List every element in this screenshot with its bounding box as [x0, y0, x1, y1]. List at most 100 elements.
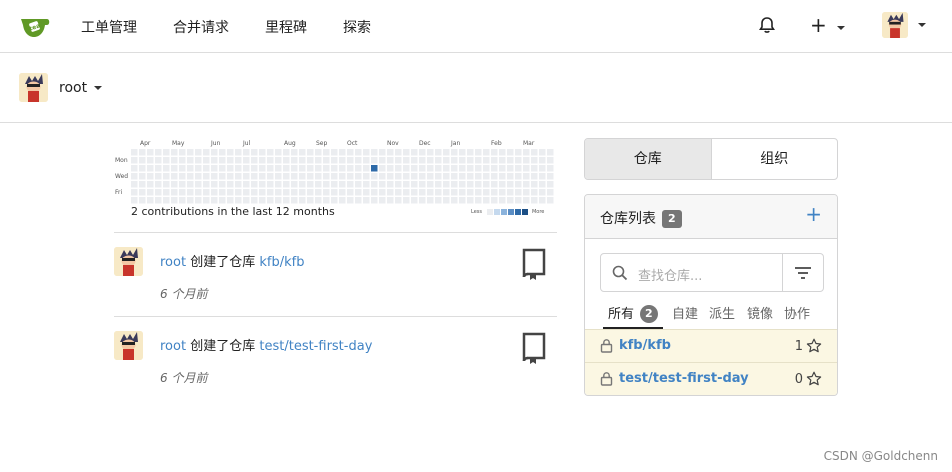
heatmap-cell[interactable]: [251, 165, 258, 172]
heatmap-cell[interactable]: [387, 189, 394, 196]
heatmap-cell[interactable]: [499, 197, 506, 204]
heatmap-cell[interactable]: [531, 157, 538, 164]
heatmap-cell[interactable]: [371, 157, 378, 164]
heatmap-cell[interactable]: [547, 197, 554, 204]
heatmap-cell[interactable]: [523, 189, 530, 196]
heatmap-cell[interactable]: [419, 149, 426, 156]
heatmap-cell[interactable]: [395, 149, 402, 156]
heatmap-cell[interactable]: [299, 189, 306, 196]
heatmap-cell[interactable]: [291, 165, 298, 172]
heatmap-cell[interactable]: [203, 181, 210, 188]
heatmap-cell[interactable]: [307, 189, 314, 196]
heatmap-cell[interactable]: [243, 197, 250, 204]
heatmap-cell[interactable]: [371, 173, 378, 180]
heatmap-cell[interactable]: [251, 181, 258, 188]
heatmap-cell[interactable]: [435, 181, 442, 188]
heatmap-cell[interactable]: [515, 157, 522, 164]
heatmap-cell[interactable]: [179, 197, 186, 204]
heatmap-cell[interactable]: [491, 165, 498, 172]
repo-search-input[interactable]: 查找仓库...: [601, 254, 782, 291]
heatmap-cell[interactable]: [539, 181, 546, 188]
heatmap-cell[interactable]: [379, 189, 386, 196]
heatmap-cell[interactable]: [339, 149, 346, 156]
heatmap-cell[interactable]: [483, 197, 490, 204]
heatmap-cell[interactable]: [195, 181, 202, 188]
heatmap-cell[interactable]: [323, 197, 330, 204]
heatmap-cell[interactable]: [187, 165, 194, 172]
heatmap-cell[interactable]: [443, 165, 450, 172]
heatmap-cell[interactable]: [155, 165, 162, 172]
heatmap-cell[interactable]: [411, 165, 418, 172]
heatmap-cell[interactable]: [507, 181, 514, 188]
heatmap-cell[interactable]: [427, 149, 434, 156]
heatmap-cell[interactable]: [483, 173, 490, 180]
heatmap-cell[interactable]: [323, 173, 330, 180]
heatmap-cell[interactable]: [235, 149, 242, 156]
heatmap-cell[interactable]: [419, 157, 426, 164]
filter-button[interactable]: [782, 254, 823, 291]
heatmap-cell[interactable]: [515, 197, 522, 204]
heatmap-cell[interactable]: [211, 149, 218, 156]
heatmap-cell[interactable]: [155, 197, 162, 204]
heatmap-cell[interactable]: [355, 173, 362, 180]
heatmap-cell[interactable]: [291, 173, 298, 180]
heatmap-cell[interactable]: [443, 157, 450, 164]
heatmap-cell[interactable]: [227, 157, 234, 164]
heatmap-cell[interactable]: [539, 157, 546, 164]
heatmap-cell[interactable]: [219, 157, 226, 164]
heatmap-cell[interactable]: [267, 165, 274, 172]
heatmap-cell[interactable]: [403, 149, 410, 156]
bell-icon[interactable]: [758, 16, 776, 38]
heatmap-cell[interactable]: [139, 197, 146, 204]
heatmap-cell[interactable]: [379, 157, 386, 164]
heatmap-cell[interactable]: [251, 173, 258, 180]
heatmap-cell[interactable]: [171, 181, 178, 188]
heatmap-cell[interactable]: [499, 157, 506, 164]
heatmap-cell[interactable]: [483, 165, 490, 172]
heatmap-cell[interactable]: [467, 157, 474, 164]
heatmap-cell[interactable]: [283, 173, 290, 180]
heatmap-cell[interactable]: [267, 173, 274, 180]
tab-repositories[interactable]: 仓库: [585, 139, 712, 179]
heatmap-cell[interactable]: [435, 165, 442, 172]
heatmap-cell[interactable]: [315, 181, 322, 188]
heatmap-cell[interactable]: [339, 189, 346, 196]
heatmap-cell[interactable]: [411, 157, 418, 164]
heatmap-cell[interactable]: [147, 181, 154, 188]
heatmap-cell[interactable]: [411, 189, 418, 196]
heatmap-cell[interactable]: [531, 197, 538, 204]
heatmap-cell[interactable]: [211, 189, 218, 196]
heatmap-cell[interactable]: [403, 157, 410, 164]
repo-list-item[interactable]: kfb/kfb 1: [585, 329, 837, 362]
heatmap-cell[interactable]: [235, 173, 242, 180]
heatmap-cell[interactable]: [331, 157, 338, 164]
heatmap-cell[interactable]: [275, 173, 282, 180]
heatmap-cell[interactable]: [459, 173, 466, 180]
heatmap-cell[interactable]: [515, 173, 522, 180]
heatmap-cell[interactable]: [531, 181, 538, 188]
heatmap-cell[interactable]: [427, 181, 434, 188]
heatmap-cell[interactable]: [531, 149, 538, 156]
heatmap-cell[interactable]: [299, 149, 306, 156]
context-user-switcher[interactable]: root: [59, 80, 102, 96]
heatmap-cell[interactable]: [155, 149, 162, 156]
heatmap-cell[interactable]: [339, 165, 346, 172]
heatmap-cell[interactable]: [227, 165, 234, 172]
heatmap-cell[interactable]: [251, 157, 258, 164]
heatmap-cell[interactable]: [291, 189, 298, 196]
heatmap-cell[interactable]: [131, 181, 138, 188]
heatmap-cell[interactable]: [547, 149, 554, 156]
heatmap-cell[interactable]: [155, 181, 162, 188]
heatmap-cell[interactable]: [283, 189, 290, 196]
filter-tab-collab[interactable]: 协作: [784, 303, 810, 322]
heatmap-cell[interactable]: [491, 181, 498, 188]
heatmap-cell[interactable]: [195, 189, 202, 196]
heatmap-cell[interactable]: [147, 165, 154, 172]
heatmap-cell[interactable]: [187, 197, 194, 204]
heatmap-cell[interactable]: [371, 189, 378, 196]
heatmap-cell[interactable]: [243, 149, 250, 156]
heatmap-cell[interactable]: [235, 197, 242, 204]
heatmap-cell[interactable]: [163, 181, 170, 188]
heatmap-cell[interactable]: [307, 197, 314, 204]
heatmap-cell[interactable]: [363, 165, 370, 172]
